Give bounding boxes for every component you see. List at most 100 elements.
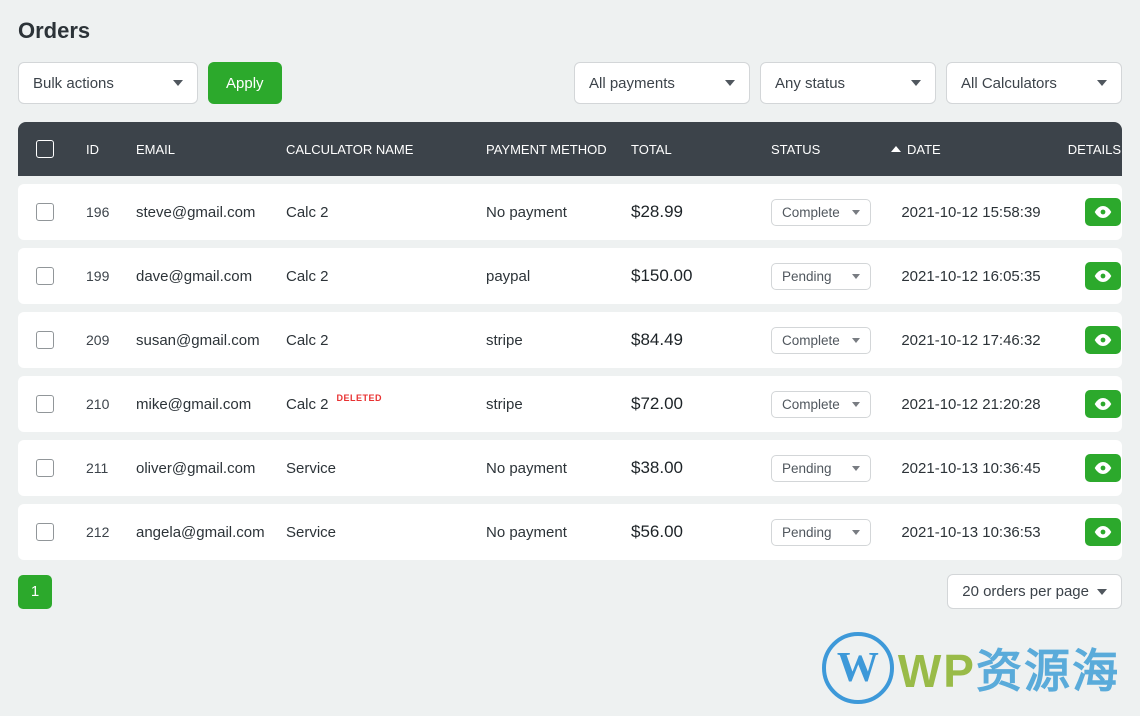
per-page-label: 20 orders per page bbox=[962, 583, 1089, 600]
row-checkbox[interactable] bbox=[36, 267, 54, 285]
cell-email: dave@gmail.com bbox=[136, 268, 286, 285]
cell-id: 212 bbox=[86, 524, 136, 540]
table-row: 211oliver@gmail.comServiceNo payment$38.… bbox=[18, 440, 1122, 496]
view-details-button[interactable] bbox=[1085, 262, 1121, 290]
status-select[interactable]: Complete bbox=[771, 327, 871, 354]
select-all-checkbox[interactable] bbox=[36, 140, 54, 158]
cell-payment: paypal bbox=[486, 268, 631, 285]
cell-id: 210 bbox=[86, 396, 136, 412]
row-checkbox[interactable] bbox=[36, 331, 54, 349]
cell-date: 2021-10-12 21:20:28 bbox=[891, 396, 1051, 413]
chevron-down-icon bbox=[911, 80, 921, 86]
eye-icon bbox=[1094, 397, 1112, 411]
eye-icon bbox=[1094, 333, 1112, 347]
eye-icon bbox=[1094, 525, 1112, 539]
status-label: Complete bbox=[782, 205, 840, 220]
table-footer: 1 20 orders per page bbox=[18, 574, 1122, 609]
cell-id: 196 bbox=[86, 204, 136, 220]
status-select[interactable]: Pending bbox=[771, 519, 871, 546]
cell-email: mike@gmail.com bbox=[136, 396, 286, 413]
page-1-button[interactable]: 1 bbox=[18, 575, 52, 609]
row-checkbox[interactable] bbox=[36, 523, 54, 541]
cell-email: susan@gmail.com bbox=[136, 332, 286, 349]
view-details-button[interactable] bbox=[1085, 454, 1121, 482]
table-row: 196steve@gmail.comCalc 2No payment$28.99… bbox=[18, 184, 1122, 240]
view-details-button[interactable] bbox=[1085, 518, 1121, 546]
cell-email: angela@gmail.com bbox=[136, 524, 286, 541]
status-select[interactable]: Pending bbox=[771, 263, 871, 290]
cell-calculator: Service bbox=[286, 460, 486, 477]
column-date-sort[interactable]: DATE bbox=[891, 142, 1051, 157]
cell-id: 209 bbox=[86, 332, 136, 348]
eye-icon bbox=[1094, 205, 1112, 219]
cell-payment: No payment bbox=[486, 524, 631, 541]
row-checkbox[interactable] bbox=[36, 203, 54, 221]
toolbar: Bulk actions Apply All payments Any stat… bbox=[18, 62, 1122, 104]
cell-calculator: Calc 2 bbox=[286, 268, 486, 285]
apply-button[interactable]: Apply bbox=[208, 62, 282, 104]
column-status: STATUS bbox=[771, 142, 891, 157]
column-calculator: CALCULATOR NAME bbox=[286, 142, 486, 157]
watermark: W WP资源海 bbox=[822, 632, 1120, 704]
column-email: EMAIL bbox=[136, 142, 286, 157]
filter-payments-label: All payments bbox=[589, 75, 675, 92]
cell-email: steve@gmail.com bbox=[136, 204, 286, 221]
cell-date: 2021-10-12 17:46:32 bbox=[891, 332, 1051, 349]
cell-date: 2021-10-13 10:36:45 bbox=[891, 460, 1051, 477]
filter-payments-select[interactable]: All payments bbox=[574, 62, 750, 104]
view-details-button[interactable] bbox=[1085, 326, 1121, 354]
column-payment: PAYMENT METHOD bbox=[486, 142, 631, 157]
cell-date: 2021-10-12 15:58:39 bbox=[891, 204, 1051, 221]
cell-payment: stripe bbox=[486, 396, 631, 413]
column-details: DETAILS bbox=[1051, 142, 1121, 157]
cell-total: $56.00 bbox=[631, 522, 771, 542]
cell-total: $28.99 bbox=[631, 202, 771, 222]
chevron-down-icon bbox=[852, 466, 860, 471]
bulk-actions-select[interactable]: Bulk actions bbox=[18, 62, 198, 104]
chevron-down-icon bbox=[1097, 80, 1107, 86]
per-page-select[interactable]: 20 orders per page bbox=[947, 574, 1122, 609]
view-details-button[interactable] bbox=[1085, 390, 1121, 418]
chevron-down-icon bbox=[725, 80, 735, 86]
eye-icon bbox=[1094, 269, 1112, 283]
bulk-actions-label: Bulk actions bbox=[33, 75, 114, 92]
deleted-badge: DELETED bbox=[337, 393, 383, 403]
filter-status-select[interactable]: Any status bbox=[760, 62, 936, 104]
filter-calculators-select[interactable]: All Calculators bbox=[946, 62, 1122, 104]
cell-calculator: Service bbox=[286, 524, 486, 541]
cell-payment: No payment bbox=[486, 460, 631, 477]
cell-total: $84.49 bbox=[631, 330, 771, 350]
table-row: 209susan@gmail.comCalc 2stripe$84.49Comp… bbox=[18, 312, 1122, 368]
cell-calculator: Calc 2 bbox=[286, 332, 486, 349]
cell-total: $38.00 bbox=[631, 458, 771, 478]
view-details-button[interactable] bbox=[1085, 198, 1121, 226]
column-total: TOTAL bbox=[631, 142, 771, 157]
status-select[interactable]: Pending bbox=[771, 455, 871, 482]
table-row: 210mike@gmail.comCalc 2DELETEDstripe$72.… bbox=[18, 376, 1122, 432]
cell-payment: stripe bbox=[486, 332, 631, 349]
row-checkbox[interactable] bbox=[36, 459, 54, 477]
eye-icon bbox=[1094, 461, 1112, 475]
status-label: Pending bbox=[782, 461, 832, 476]
status-label: Pending bbox=[782, 269, 832, 284]
sort-asc-icon bbox=[891, 146, 901, 152]
row-checkbox[interactable] bbox=[36, 395, 54, 413]
column-date: DATE bbox=[907, 142, 941, 157]
page-title: Orders bbox=[18, 18, 1122, 44]
cell-total: $72.00 bbox=[631, 394, 771, 414]
status-label: Complete bbox=[782, 397, 840, 412]
status-select[interactable]: Complete bbox=[771, 199, 871, 226]
chevron-down-icon bbox=[852, 274, 860, 279]
status-select[interactable]: Complete bbox=[771, 391, 871, 418]
chevron-down-icon bbox=[852, 530, 860, 535]
chevron-down-icon bbox=[173, 80, 183, 86]
status-label: Pending bbox=[782, 525, 832, 540]
table-header: ID EMAIL CALCULATOR NAME PAYMENT METHOD … bbox=[18, 122, 1122, 176]
cell-email: oliver@gmail.com bbox=[136, 460, 286, 477]
chevron-down-icon bbox=[852, 402, 860, 407]
table-row: 212angela@gmail.comServiceNo payment$56.… bbox=[18, 504, 1122, 560]
cell-calculator: Calc 2 bbox=[286, 204, 486, 221]
wordpress-logo-icon: W bbox=[822, 632, 894, 704]
table-row: 199dave@gmail.comCalc 2paypal$150.00Pend… bbox=[18, 248, 1122, 304]
cell-date: 2021-10-12 16:05:35 bbox=[891, 268, 1051, 285]
